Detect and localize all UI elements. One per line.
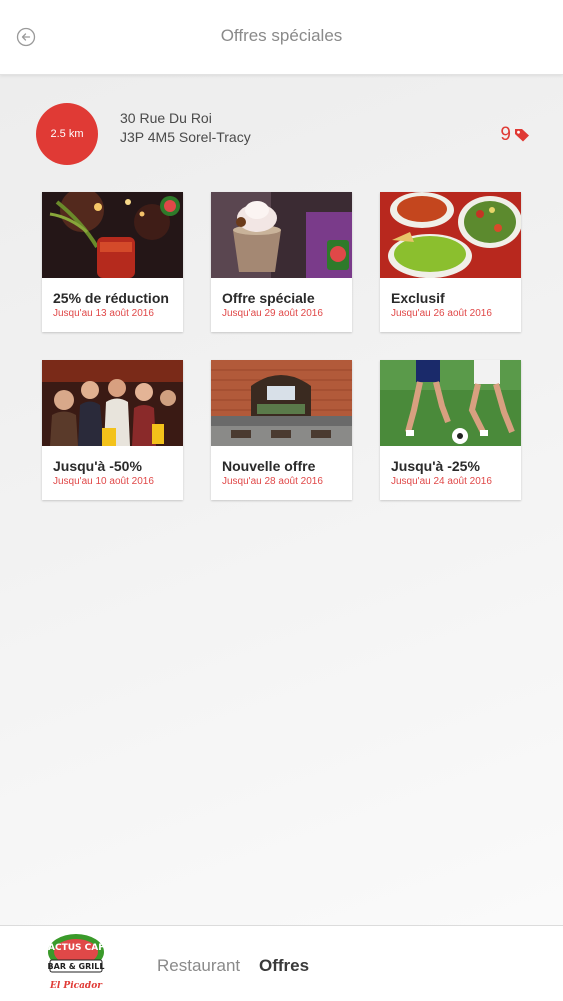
offer-card-1[interactable]: 25% de réduction Jusqu'au 13 août 2016: [42, 192, 183, 332]
cactus-cafe-logo: CACTUS CAFE BAR & GRILL El Picador: [38, 930, 114, 996]
friends-cheering-photo: [42, 360, 183, 446]
top-app-bar: Offres spéciales: [0, 0, 563, 75]
offer-count-number: 9: [500, 124, 511, 145]
offer-title: Offre spéciale: [222, 290, 315, 306]
offer-title: Jusqu'à -50%: [53, 458, 142, 474]
offer-date: Jusqu'au 29 août 2016: [222, 308, 323, 319]
address-line-1: 30 Rue Du Roi: [120, 110, 212, 126]
offer-title: Exclusif: [391, 290, 445, 306]
store-address: 30 Rue Du Roi J3P 4M5 Sorel-Tracy: [120, 109, 251, 147]
address-line-2: J3P 4M5 Sorel-Tracy: [120, 129, 251, 145]
distance-badge: 2.5 km: [36, 103, 98, 165]
offer-date: Jusqu'au 28 août 2016: [222, 476, 323, 487]
offer-date: Jusqu'au 26 août 2016: [391, 308, 492, 319]
bottom-navigation: CACTUS CAFE BAR & GRILL El Picador Resta…: [0, 925, 563, 1001]
offer-card-3[interactable]: Exclusif Jusqu'au 26 août 2016: [380, 192, 521, 332]
offer-date: Jusqu'au 13 août 2016: [53, 308, 154, 319]
offer-date: Jusqu'au 24 août 2016: [391, 476, 492, 487]
offer-date: Jusqu'au 10 août 2016: [53, 476, 154, 487]
offer-card-2[interactable]: Offre spéciale Jusqu'au 29 août 2016: [211, 192, 352, 332]
nav-offres[interactable]: Offres: [259, 956, 309, 976]
offer-count: 9: [500, 124, 530, 146]
offer-card-6[interactable]: Jusqu'à -25% Jusqu'au 24 août 2016: [380, 360, 521, 500]
store-info: 2.5 km 30 Rue Du Roi J3P 4M5 Sorel-Tracy…: [36, 103, 536, 167]
guacamole-salsa-photo: [380, 192, 521, 278]
logo-text-top: CACTUS CAFE: [41, 943, 110, 953]
offer-card-5[interactable]: Nouvelle offre Jusqu'au 28 août 2016: [211, 360, 352, 500]
nav-restaurant[interactable]: Restaurant: [157, 956, 240, 976]
offer-title: Jusqu'à -25%: [391, 458, 480, 474]
cocktail-bar-photo: [42, 192, 183, 278]
dessert-drink-photo: [211, 192, 352, 278]
page-title: Offres spéciales: [220, 26, 343, 45]
offer-card-4[interactable]: Jusqu'à -50% Jusqu'au 10 août 2016: [42, 360, 183, 500]
restaurant-interior-photo: [211, 360, 352, 446]
logo-text-bottom: El Picador: [49, 981, 103, 991]
offer-title: 25% de réduction: [53, 290, 169, 306]
logo-text-mid: BAR & GRILL: [48, 962, 105, 971]
soccer-players-photo: [380, 360, 521, 446]
tag-icon: [515, 129, 529, 142]
offer-title: Nouvelle offre: [222, 458, 316, 474]
